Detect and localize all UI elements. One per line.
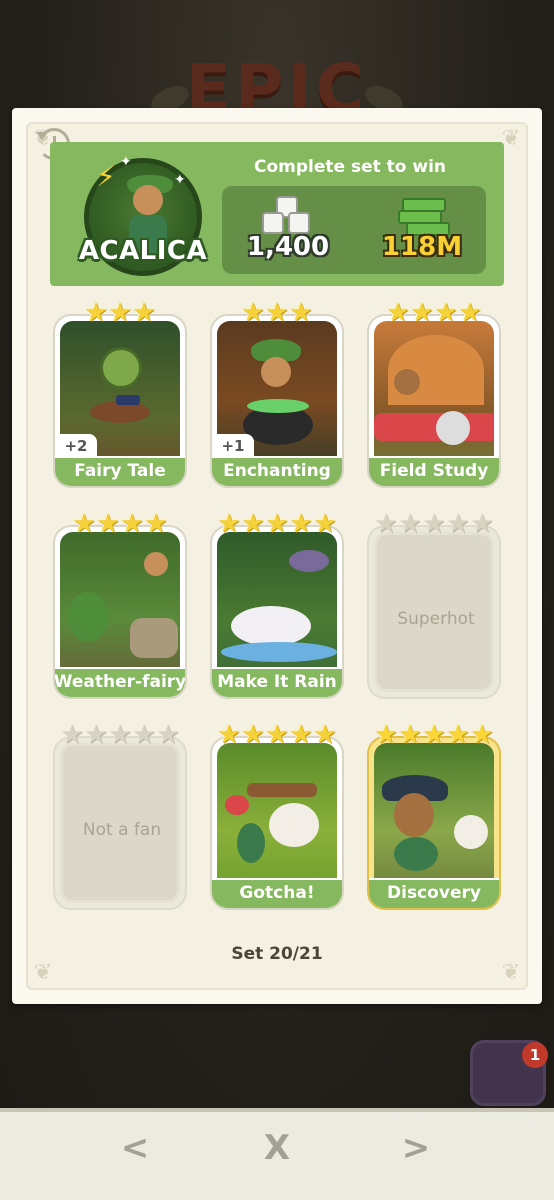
notification-badge: 1	[522, 1042, 548, 1068]
star-rating: ★★★★★	[374, 509, 494, 539]
lightning-icon: ⚡	[96, 160, 116, 193]
sticker-card-enchanting[interactable]: +1 Enchanting ★★★	[210, 300, 344, 488]
card-name: Make It Rain	[212, 667, 342, 697]
sparkle-icon: ✦	[120, 154, 132, 170]
complete-set-text: Complete set to win	[253, 157, 447, 177]
sticker-card-fairy-tale[interactable]: +2 Fairy Tale ★★★	[53, 300, 187, 488]
star-rating: ★★★★★	[60, 720, 180, 750]
card-name: Gotcha!	[212, 878, 342, 908]
set-name: ACALICA	[78, 236, 208, 266]
sticker-card-superhot-missing[interactable]: Superhot ★★★★★	[367, 511, 501, 699]
previous-set-button[interactable]: <	[115, 1126, 155, 1170]
sparkle-icon: ✦	[174, 172, 186, 188]
card-name: Superhot	[397, 609, 475, 629]
sticker-card-field-study[interactable]: Field Study ★★★★	[367, 300, 501, 488]
star-rating: ★★★	[241, 298, 313, 328]
star-rating: ★★★★★	[374, 720, 494, 750]
sticker-card-discovery[interactable]: Discovery ★★★★★	[367, 722, 501, 910]
sticker-card-gotcha[interactable]: Gotcha! ★★★★★	[210, 722, 344, 910]
card-name: Not a fan	[82, 820, 162, 840]
history-arrow-icon	[36, 132, 48, 140]
star-rating: ★★★★★	[217, 720, 337, 750]
card-name: Field Study	[369, 456, 499, 486]
duplicate-count-badge: +1	[212, 434, 254, 458]
set-progress: Set 20/21	[231, 944, 323, 964]
sticker-card-not-a-fan-missing[interactable]: Not a fan ★★★★★	[53, 722, 187, 910]
close-button[interactable]: X	[257, 1126, 297, 1170]
star-rating: ★★★★	[72, 509, 168, 539]
card-name: Discovery	[369, 878, 499, 908]
star-rating: ★★★★	[386, 298, 482, 328]
cash-reward-value: 118M	[381, 232, 463, 262]
star-rating: ★★★	[84, 298, 156, 328]
card-name: Enchanting	[212, 456, 342, 486]
sticker-card-make-it-rain[interactable]: Make It Rain ★★★★★	[210, 511, 344, 699]
card-name: Weather-fairy	[55, 667, 185, 697]
next-set-button[interactable]: >	[396, 1126, 436, 1170]
sticker-card-weather-fairy[interactable]: Weather-fairy ★★★★	[53, 511, 187, 699]
duplicate-count-badge: +2	[55, 434, 97, 458]
dice-reward-value: 1,400	[246, 232, 330, 262]
star-rating: ★★★★★	[217, 509, 337, 539]
card-name: Fairy Tale	[55, 456, 185, 486]
